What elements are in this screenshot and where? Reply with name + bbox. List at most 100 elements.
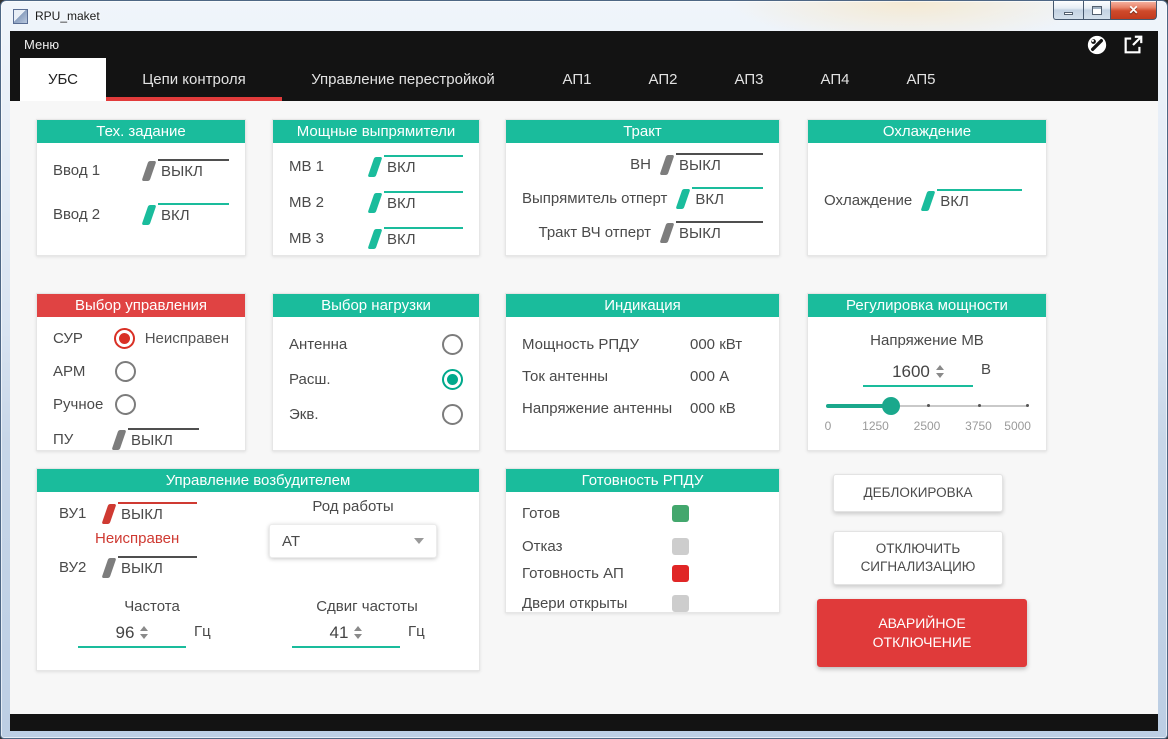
tick-label: 0 bbox=[824, 419, 832, 433]
arrow-up-icon[interactable] bbox=[354, 626, 363, 631]
freq-spinner-row: 96 Гц bbox=[78, 622, 211, 648]
arrow-up-icon[interactable] bbox=[140, 626, 149, 631]
toggle-row-rf-tract-open: Тракт ВЧ отперт ВЫКЛ bbox=[522, 219, 763, 245]
tab-ubs[interactable]: УБС bbox=[20, 58, 106, 101]
unlock-button[interactable]: ДЕБЛОКИРОВКА bbox=[833, 474, 1003, 512]
arrow-down-icon[interactable] bbox=[935, 373, 944, 378]
toggle-row-mv1: МВ 1 ВКЛ bbox=[289, 153, 463, 179]
row-label: Охлаждение bbox=[824, 191, 913, 209]
arrow-up-icon[interactable] bbox=[935, 365, 944, 370]
open-external-icon[interactable] bbox=[1122, 34, 1144, 56]
tab-ap3[interactable]: АП3 bbox=[716, 58, 782, 101]
tick-label: 1250 bbox=[862, 419, 889, 433]
voltage-unit: В bbox=[980, 360, 991, 378]
row-label: МВ 2 bbox=[289, 193, 325, 211]
tick-label: 3750 bbox=[965, 419, 992, 433]
toggle-vvod2[interactable]: ВКЛ bbox=[141, 202, 229, 226]
toggle-vn[interactable]: ВЫКЛ bbox=[659, 152, 763, 176]
spinner-arrows[interactable] bbox=[354, 626, 363, 639]
tab-label: АП5 bbox=[906, 71, 936, 88]
voltage-spinner[interactable]: 1600 bbox=[862, 362, 973, 387]
toggle-row-cooling: Охлаждение ВКЛ bbox=[824, 187, 1030, 213]
tab-label: АП4 bbox=[820, 71, 850, 88]
spinner-arrows[interactable] bbox=[140, 626, 149, 639]
toggle-row-vu1: ВУ1 ВЫКЛ bbox=[59, 500, 197, 526]
radio-arm[interactable] bbox=[115, 360, 136, 382]
toggle-vu1[interactable]: ВЫКЛ bbox=[101, 501, 197, 525]
toggle-rectifier-open[interactable]: ВКЛ bbox=[675, 186, 763, 210]
titlebar[interactable]: RPU_maket bbox=[1, 1, 1167, 31]
fault-note: Неисправен bbox=[144, 329, 229, 347]
toggle-rf-tract-open[interactable]: ВЫКЛ bbox=[659, 220, 763, 244]
toggle-row-rectifier-open: Выпрямитель отперт ВКЛ bbox=[522, 185, 763, 211]
spinner-arrows[interactable] bbox=[935, 365, 944, 378]
toggle-mv2[interactable]: ВКЛ bbox=[367, 190, 463, 214]
row-label: АРМ bbox=[53, 362, 86, 380]
row-label: Двери открыты bbox=[522, 594, 628, 612]
radio-row-sur: СУР Неисправен bbox=[53, 325, 229, 351]
row-label: Расш. bbox=[289, 370, 331, 388]
panel-header: Индикация bbox=[506, 294, 779, 317]
menubar: Меню bbox=[10, 31, 1158, 58]
maximize-button[interactable] bbox=[1083, 1, 1111, 20]
panel-header: Мощные выпрямители bbox=[273, 120, 479, 143]
toggle-vvod1[interactable]: ВЫКЛ bbox=[141, 158, 229, 182]
indication-row: Напряжение антенны 000 кВ bbox=[522, 395, 763, 421]
mute-alarm-button[interactable]: ОТКЛЮЧИТЬ СИГНАЛИЗАЦИЮ bbox=[833, 531, 1003, 585]
arrow-down-icon[interactable] bbox=[354, 634, 363, 639]
freq-spinner[interactable]: 96 bbox=[78, 623, 186, 648]
emergency-shutdown-button[interactable]: АВАРИЙНОЕ ОТКЛЮЧЕНИЕ bbox=[817, 599, 1027, 667]
close-button[interactable]: ✕ bbox=[1111, 1, 1157, 20]
freq-unit: Гц bbox=[194, 622, 211, 640]
tick-label: 2500 bbox=[913, 419, 941, 433]
toggle-state: ВЫКЛ bbox=[128, 427, 199, 451]
radio-ruchnoe[interactable] bbox=[115, 393, 136, 415]
menu-item-menu[interactable]: Меню bbox=[24, 37, 59, 52]
row-label: Экв. bbox=[289, 405, 319, 423]
toggle-mv1[interactable]: ВКЛ bbox=[367, 154, 463, 178]
shift-spinner-row: 41 Гц bbox=[292, 622, 425, 648]
radio-antenna[interactable] bbox=[442, 333, 463, 355]
mode-label: Род работы bbox=[312, 498, 394, 515]
row-label: Антенна bbox=[289, 335, 348, 353]
radio-ekv[interactable] bbox=[442, 403, 463, 425]
shift-spinner[interactable]: 41 bbox=[292, 623, 400, 648]
panel-header: Выбор нагрузки bbox=[273, 294, 479, 317]
indication-value: 000 кВт bbox=[690, 335, 743, 353]
toggle-pu[interactable]: ВЫКЛ bbox=[111, 427, 199, 451]
toggle-vu2[interactable]: ВЫКЛ bbox=[101, 555, 197, 579]
toggle-slash-icon bbox=[920, 190, 936, 211]
tab-upravlenie-perestroykoy[interactable]: Управление перестройкой bbox=[282, 58, 524, 101]
tab-ap5[interactable]: АП5 bbox=[888, 58, 954, 101]
mode-dropdown[interactable]: АТ bbox=[269, 524, 437, 558]
arrow-down-icon[interactable] bbox=[140, 634, 149, 639]
radio-sur[interactable] bbox=[113, 327, 135, 349]
tab-label: Управление перестройкой bbox=[311, 71, 495, 88]
panel-rectifiers: Мощные выпрямители МВ 1 ВКЛ МВ 2 ВКЛ МВ … bbox=[272, 119, 480, 256]
wrench-circle-icon[interactable] bbox=[1086, 34, 1108, 56]
app-window: RPU_maket ✕ Меню УБС Цепи контроля Управ… bbox=[0, 0, 1168, 739]
panel-power-regulation: Регулировка мощности Напряжение МВ 1600 … bbox=[807, 293, 1047, 451]
shift-label: Сдвиг частоты bbox=[316, 598, 418, 615]
voltage-slider[interactable] bbox=[826, 397, 1029, 415]
toggle-state: ВКЛ bbox=[692, 186, 763, 210]
minimize-button[interactable] bbox=[1053, 1, 1083, 20]
toggle-state: ВКЛ bbox=[384, 154, 463, 178]
panel-exciter-control: Управление возбудителем ВУ1 ВЫКЛ Неиспра… bbox=[36, 468, 480, 671]
radio-rassh[interactable] bbox=[442, 368, 463, 390]
tab-ap2[interactable]: АП2 bbox=[630, 58, 696, 101]
panel-cooling: Охлаждение Охлаждение ВКЛ bbox=[807, 119, 1047, 256]
toggle-row-vvod1: Ввод 1 ВЫКЛ bbox=[53, 157, 229, 183]
tab-ap1[interactable]: АП1 bbox=[544, 58, 610, 101]
tab-ap4[interactable]: АП4 bbox=[802, 58, 868, 101]
toggle-state: ВКЛ bbox=[384, 226, 463, 250]
toggle-mv3[interactable]: ВКЛ bbox=[367, 226, 463, 250]
voltage-field-label: Напряжение МВ bbox=[870, 331, 984, 349]
voltage-spinner-row: 1600 В bbox=[824, 361, 1030, 387]
toggle-cooling[interactable]: ВКЛ bbox=[920, 188, 1023, 212]
slider-handle[interactable] bbox=[881, 397, 900, 415]
row-label: ВУ2 bbox=[59, 558, 87, 576]
slider-tick-dot bbox=[977, 404, 981, 407]
tab-cepi-kontrolya[interactable]: Цепи контроля bbox=[106, 58, 282, 101]
row-label: ПУ bbox=[53, 430, 74, 448]
